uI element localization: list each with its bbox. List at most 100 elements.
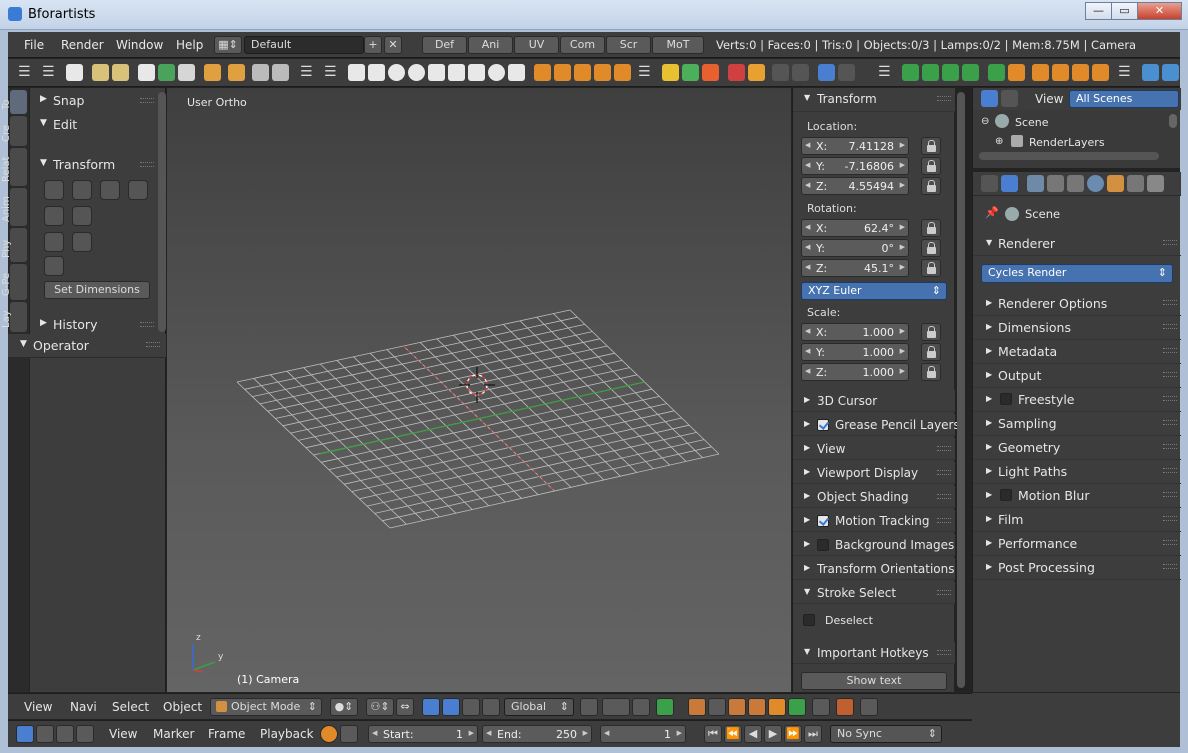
menu-object[interactable]: Object [163, 700, 202, 714]
group-add-icon[interactable] [682, 64, 699, 81]
add-circle-icon[interactable] [388, 64, 405, 81]
snap-cursor-icon[interactable] [818, 64, 835, 81]
tab-layers[interactable]: Lay [1, 302, 27, 332]
timeline-editor-icon[interactable] [16, 725, 34, 743]
panel-post-processing[interactable]: ▶ Post Processing [973, 556, 1181, 580]
freestyle-checkbox[interactable] [1000, 393, 1012, 405]
add-cone-icon[interactable] [468, 64, 485, 81]
outliner-filter-select[interactable]: All Scenes [1069, 90, 1179, 108]
add-layout-button[interactable]: + [364, 36, 382, 54]
outliner-scene[interactable]: Scene [1015, 116, 1049, 129]
clear-parent-icon[interactable] [748, 64, 765, 81]
play-icon[interactable]: ▶ [764, 725, 782, 743]
mirror-local-icon[interactable] [1162, 64, 1179, 81]
panel-performance[interactable]: ▶ Performance [973, 532, 1181, 556]
tab-create[interactable]: Cre [1, 116, 27, 146]
motion-tracking-checkbox[interactable] [817, 515, 829, 527]
add-uv-sphere-icon[interactable] [408, 64, 425, 81]
screen-tab-def[interactable]: Def [422, 36, 467, 54]
mode-select[interactable]: Object Mode ⇕ [210, 698, 322, 716]
tab-grease-pencil[interactable]: G-Pe [1, 264, 27, 300]
save-copy-icon[interactable] [178, 64, 195, 81]
render-animation-icon[interactable] [272, 64, 289, 81]
menu-navigation[interactable]: Navi [70, 700, 97, 714]
screen-tab-scr[interactable]: Scr [606, 36, 651, 54]
object-tab-icon[interactable] [1107, 175, 1124, 192]
close-button[interactable]: ✕ [1137, 2, 1182, 20]
panel-important-hotkeys[interactable]: ▼ Important Hotkeys [793, 642, 955, 664]
snap-target-icon[interactable] [632, 698, 650, 716]
hamburger-menu-icon[interactable]: ☰ [18, 64, 35, 81]
panel-grease-pencil-layers[interactable]: ▶ Grease Pencil Layers [793, 414, 960, 436]
jump-start-icon[interactable]: ⏮ [704, 725, 722, 743]
panel-dimensions[interactable]: ▶ Dimensions [973, 316, 1181, 340]
panel-film[interactable]: ▶ Film [973, 508, 1181, 532]
pin-icon[interactable]: 📌 [985, 206, 999, 219]
rotation-x-field[interactable]: ◀ X: 62.4° ▶ [801, 219, 909, 237]
add-text-icon[interactable] [534, 64, 551, 81]
panel-motion-tracking[interactable]: ▶ Motion Tracking [793, 510, 955, 532]
minimize-button[interactable]: — [1085, 2, 1112, 20]
drag-handle-icon[interactable] [140, 162, 154, 167]
panel-light-paths[interactable]: ▶ Light Paths [973, 460, 1181, 484]
drag-handle-icon[interactable] [140, 98, 154, 103]
scale-y-field[interactable]: ◀ Y: 1.000 ▶ [801, 343, 909, 361]
group-remove-icon[interactable] [702, 64, 719, 81]
outliner-view-menu[interactable]: View [1035, 92, 1063, 106]
end-frame-field[interactable]: ◀ End: 250 ▶ [482, 725, 592, 743]
grease-pencil-checkbox[interactable] [817, 419, 829, 431]
panel-renderer-options[interactable]: ▶ Renderer Options [973, 292, 1181, 316]
add-lattice-icon[interactable] [574, 64, 591, 81]
lock-icon[interactable] [921, 219, 941, 237]
screen-tab-ani[interactable]: Ani [468, 36, 513, 54]
rotation-y-field[interactable]: ◀ Y: 0° ▶ [801, 239, 909, 257]
screen-tab-com[interactable]: Com [560, 36, 605, 54]
deselect-checkbox[interactable] [803, 614, 815, 626]
current-frame-field[interactable]: ◀ 1 ▶ [600, 725, 686, 743]
collapse-icon[interactable]: ⊖ [981, 116, 989, 127]
hamburger-menu-icon[interactable]: ☰ [300, 64, 317, 81]
jump-end-icon[interactable]: ⏭ [804, 725, 822, 743]
layout-switcher-icon[interactable]: ▦⇕ [214, 36, 242, 54]
tab-tools[interactable]: To [1, 90, 27, 114]
data-tab-icon[interactable] [1147, 175, 1164, 192]
pivot-select[interactable]: ⚇⇕ [366, 698, 394, 716]
menu-view[interactable]: View [24, 700, 52, 714]
panel-background-images[interactable]: ▶ Background Images [793, 534, 955, 556]
origin-geometry-icon[interactable] [1032, 64, 1049, 81]
render-layers-tab-icon[interactable] [1047, 175, 1064, 192]
panel-3d-cursor[interactable]: ▶ 3D Cursor [793, 390, 955, 412]
lock-icon[interactable] [921, 259, 941, 277]
timeline-menu-marker[interactable]: Marker [153, 727, 194, 741]
hamburger-menu-icon[interactable]: ☰ [878, 64, 895, 81]
render-image-icon[interactable] [252, 64, 269, 81]
lock-icon[interactable] [921, 177, 941, 195]
rotation-z-field[interactable]: ◀ Z: 45.1° ▶ [801, 259, 909, 277]
tab-relations[interactable]: Relat [1, 148, 27, 186]
lock-icon[interactable] [340, 725, 358, 743]
lock-icon[interactable] [921, 323, 941, 341]
add-armature-icon[interactable] [554, 64, 571, 81]
screen-tab-uv[interactable]: UV [514, 36, 559, 54]
warp-tool-icon[interactable] [72, 232, 92, 252]
start-frame-field[interactable]: ◀ Start: 1 ▶ [368, 725, 478, 743]
motion-blur-checkbox[interactable] [1000, 489, 1012, 501]
play-reverse-icon[interactable]: ◀ [744, 725, 762, 743]
graph-icon[interactable] [36, 725, 54, 743]
add-empty-icon[interactable] [594, 64, 611, 81]
layers-icon[interactable] [656, 698, 674, 716]
view-navigation-icon[interactable] [812, 698, 830, 716]
timeline-menu-playback[interactable]: Playback [260, 727, 314, 741]
origin-center-icon[interactable] [1072, 64, 1089, 81]
orientation-select[interactable]: Global ⇕ [504, 698, 574, 716]
location-z-field[interactable]: ◀ Z: 4.55494 ▶ [801, 177, 909, 195]
panel-history[interactable]: ▶ History [30, 314, 158, 336]
menu-select[interactable]: Select [112, 700, 149, 714]
add-torus-icon[interactable] [488, 64, 505, 81]
curve-manipulator-icon[interactable] [482, 698, 500, 716]
panel-edit[interactable]: ▼ Edit [30, 114, 158, 136]
npanel-scrollbar[interactable] [957, 92, 965, 688]
push-pull-tool-icon[interactable] [100, 180, 120, 200]
save-as-icon[interactable] [158, 64, 175, 81]
apply-scale-icon[interactable] [942, 64, 959, 81]
